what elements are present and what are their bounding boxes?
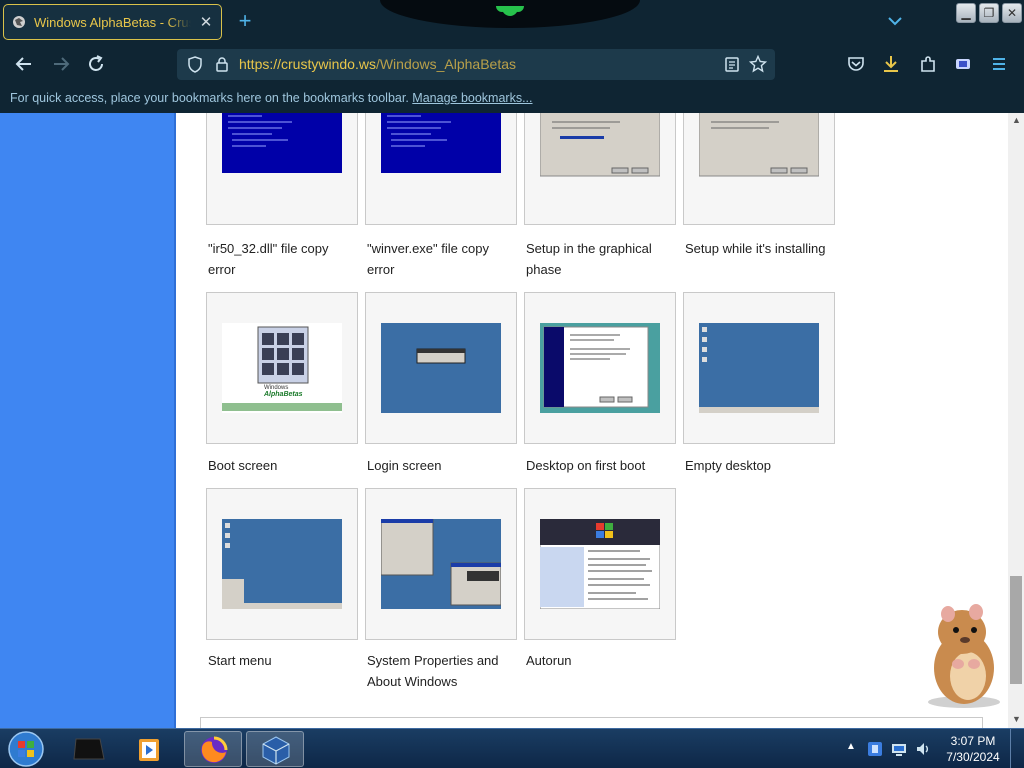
screenshot-image bbox=[381, 519, 501, 609]
screenshot-image bbox=[222, 113, 342, 194]
gallery-thumbnail[interactable]: Windows AlphaBetas bbox=[206, 292, 358, 444]
tray-app-icon[interactable] bbox=[866, 740, 884, 758]
clock-time: 3:07 PM bbox=[950, 734, 996, 748]
manage-bookmarks-link[interactable]: Manage bookmarks... bbox=[412, 91, 532, 105]
gallery-thumbnail[interactable] bbox=[365, 113, 517, 225]
bookmark-star-icon[interactable] bbox=[748, 54, 768, 73]
url-text[interactable]: https://crustywindo.ws/Windows_AlphaBeta… bbox=[239, 56, 516, 72]
new-tab-icon[interactable]: + bbox=[234, 10, 256, 32]
screenshot-image: Windows AlphaBetas bbox=[222, 323, 342, 413]
volume-icon[interactable] bbox=[914, 740, 932, 758]
gallery-thumbnail[interactable] bbox=[206, 488, 358, 640]
scrollbar-thumb[interactable] bbox=[1010, 576, 1022, 684]
reload-icon[interactable] bbox=[85, 53, 107, 75]
tray-expand-icon[interactable]: ▲ bbox=[846, 741, 856, 752]
url-host: https://crustywindo.ws bbox=[239, 56, 376, 72]
taskbar: ▲ 3:07 PM 7/30/2024 bbox=[0, 728, 1024, 768]
page-scrollbar[interactable]: ▲ ▼ bbox=[1008, 113, 1024, 728]
hamster-mascot-icon bbox=[928, 604, 1000, 708]
screenshot-image bbox=[540, 323, 660, 413]
gallery-caption: "ir50_32.dll" file copy error bbox=[208, 241, 329, 277]
bookmarks-toolbar: For quick access, place your bookmarks h… bbox=[0, 84, 1024, 113]
menu-icon[interactable] bbox=[988, 53, 1010, 75]
tab-strip: Windows AlphaBetas - CrustyWindo.ws ✕ + … bbox=[0, 0, 1024, 44]
screenshot-image bbox=[381, 323, 501, 413]
network-icon[interactable] bbox=[890, 740, 908, 758]
gallery-caption: Start menu bbox=[208, 653, 272, 668]
gallery-thumbnail[interactable] bbox=[524, 113, 676, 225]
container-icon[interactable] bbox=[952, 53, 974, 75]
close-window-button[interactable]: ✕ bbox=[1002, 3, 1022, 23]
tab-list-icon[interactable] bbox=[886, 13, 904, 29]
clock-date: 7/30/2024 bbox=[946, 750, 1000, 764]
firefox-icon bbox=[201, 736, 228, 763]
gallery-caption: Boot screen bbox=[208, 458, 278, 473]
screenshot-image bbox=[222, 519, 342, 609]
extensions-icon[interactable] bbox=[917, 53, 939, 75]
left-sidebar-rail bbox=[0, 113, 176, 728]
url-path: /Windows_AlphaBetas bbox=[375, 56, 517, 72]
taskbar-app-firefox[interactable] bbox=[184, 731, 242, 767]
tab-active[interactable]: Windows AlphaBetas - CrustyWindo.ws ✕ bbox=[3, 4, 222, 40]
gallery-thumbnail[interactable] bbox=[524, 488, 676, 640]
explorer-icon bbox=[73, 738, 105, 760]
gallery-caption: Autorun bbox=[526, 653, 572, 668]
screenshot-image bbox=[699, 113, 819, 194]
scroll-up-icon[interactable]: ▲ bbox=[1012, 115, 1021, 125]
gallery-caption: Setup in the graphical phase bbox=[526, 241, 652, 277]
screenshot-image bbox=[699, 323, 819, 413]
gallery-thumbnail[interactable] bbox=[206, 113, 358, 225]
tab-title: Windows AlphaBetas - CrustyWindo.ws bbox=[34, 14, 191, 30]
address-bar[interactable]: https://crustywindo.ws/Windows_AlphaBeta… bbox=[177, 49, 775, 80]
back-icon[interactable] bbox=[13, 53, 35, 75]
minimize-button[interactable]: ▁ bbox=[956, 3, 976, 23]
restore-button[interactable]: ❐ bbox=[979, 3, 999, 23]
screenshot-image bbox=[540, 519, 660, 609]
theme-decoration bbox=[380, 0, 640, 28]
start-button[interactable] bbox=[6, 730, 46, 768]
gallery-caption: System Properties and About Windows bbox=[367, 653, 499, 689]
taskbar-app-explorer[interactable] bbox=[60, 731, 118, 767]
downloads-icon[interactable] bbox=[880, 53, 902, 75]
lock-icon[interactable] bbox=[214, 56, 230, 73]
firefox-favicon bbox=[12, 15, 26, 29]
gallery-thumbnail[interactable] bbox=[524, 292, 676, 444]
show-desktop-button[interactable] bbox=[1010, 729, 1024, 768]
gallery-thumbnail[interactable] bbox=[683, 292, 835, 444]
gallery-thumbnail[interactable] bbox=[683, 113, 835, 225]
navigation-toolbar: https://crustywindo.ws/Windows_AlphaBeta… bbox=[0, 44, 1024, 84]
screenshot-image bbox=[381, 113, 501, 194]
bookmarks-message: For quick access, place your bookmarks h… bbox=[10, 91, 409, 105]
close-tab-icon[interactable]: ✕ bbox=[199, 13, 213, 31]
reader-view-icon[interactable] bbox=[724, 56, 740, 73]
web-page: "ir50_32.dll" file copy error "winver.ex… bbox=[0, 113, 1024, 728]
gallery-caption: Empty desktop bbox=[685, 458, 771, 473]
screenshot-image bbox=[540, 113, 660, 194]
taskbar-app-media-player[interactable] bbox=[122, 731, 180, 767]
scroll-down-icon[interactable]: ▼ bbox=[1012, 714, 1021, 724]
gallery-caption: Login screen bbox=[367, 458, 442, 473]
taskbar-app-virtualbox[interactable] bbox=[246, 731, 304, 767]
gallery-caption: "winver.exe" file copy error bbox=[367, 241, 489, 277]
taskbar-clock[interactable]: 3:07 PM 7/30/2024 bbox=[940, 733, 1006, 765]
gallery-thumbnail[interactable] bbox=[365, 488, 517, 640]
virtualbox-icon bbox=[262, 736, 290, 765]
gallery-thumbnail[interactable] bbox=[365, 292, 517, 444]
pocket-icon[interactable] bbox=[845, 53, 867, 75]
tracking-protection-icon[interactable] bbox=[187, 56, 203, 73]
gallery-caption: Setup while it's installing bbox=[685, 241, 826, 256]
svg-text:AlphaBetas: AlphaBetas bbox=[263, 391, 303, 398]
gallery-caption: Desktop on first boot bbox=[526, 458, 646, 473]
media-player-icon bbox=[139, 739, 159, 761]
forward-icon[interactable] bbox=[50, 53, 72, 75]
footer-frame bbox=[200, 717, 983, 728]
